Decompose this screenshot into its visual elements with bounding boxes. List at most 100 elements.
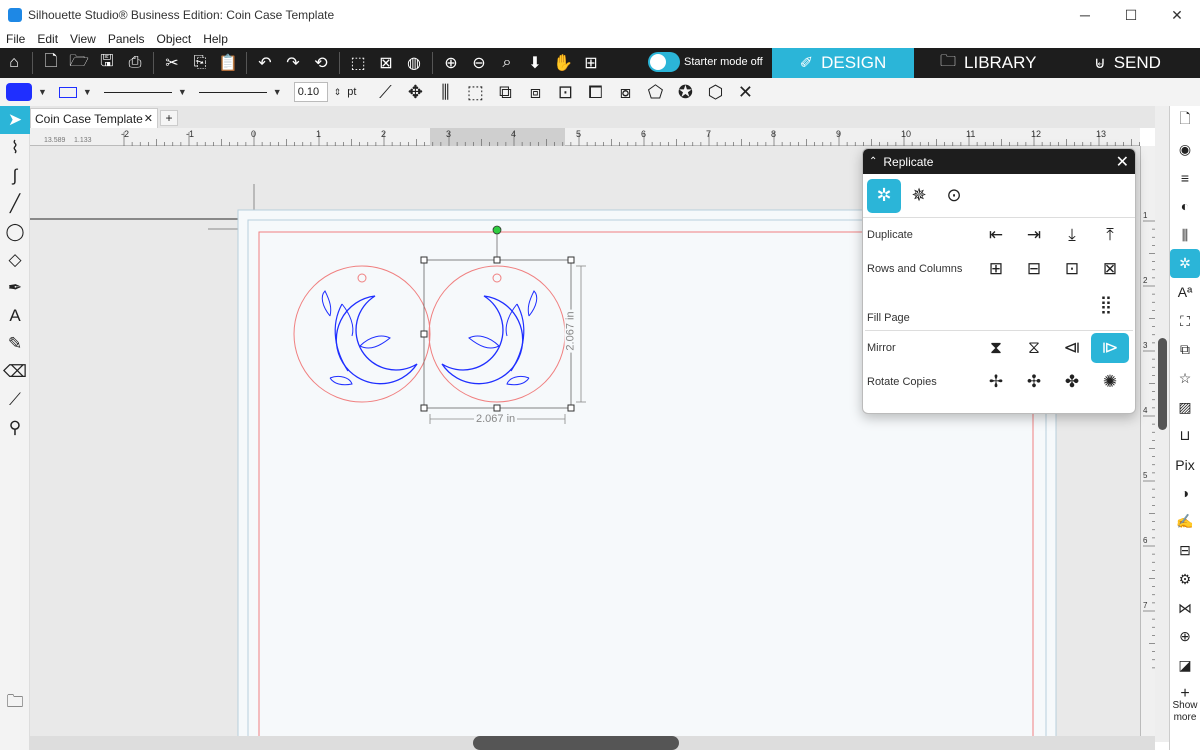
release-compound-icon[interactable]: ⧇: [610, 80, 640, 104]
close-panel-icon[interactable]: ✕: [1116, 152, 1129, 172]
print-icon[interactable]: ⎙: [122, 50, 148, 76]
close-window-button[interactable]: ✕: [1154, 0, 1200, 30]
vertical-scroll-thumb[interactable]: [1158, 338, 1167, 430]
knife-icon[interactable]: ⟋: [0, 386, 30, 414]
minimize-button[interactable]: ─: [1062, 0, 1108, 30]
align-icon[interactable]: ⫼: [430, 80, 460, 104]
mirror-below-icon[interactable]: ⧗: [977, 333, 1015, 363]
fit-page-icon[interactable]: ⊞: [578, 50, 604, 76]
duplicate-above-icon[interactable]: ⤒: [1091, 220, 1129, 250]
collapse-icon[interactable]: ⌃: [869, 156, 877, 167]
sketch-effect-icon[interactable]: ✍: [1170, 508, 1200, 537]
zoom-out-icon[interactable]: ⊖: [466, 50, 492, 76]
menu-file[interactable]: File: [6, 32, 25, 46]
copy-icon[interactable]: ⎘: [187, 50, 213, 76]
transform-icon[interactable]: ⬚: [460, 80, 490, 104]
folder-icon[interactable]: 🗀: [0, 689, 30, 717]
redo-icon[interactable]: ↷: [280, 50, 306, 76]
mirror-above-icon[interactable]: ⧖: [1015, 333, 1053, 363]
warp-icon[interactable]: ◪: [1170, 651, 1200, 680]
new-document-icon[interactable]: 🗋: [38, 50, 64, 76]
nesting-icon[interactable]: ⋈: [1170, 594, 1200, 623]
group-icon[interactable]: ⧈: [520, 80, 550, 104]
shade-icon[interactable]: ◑: [1170, 479, 1200, 508]
chevron-down-icon[interactable]: ▼: [38, 87, 47, 97]
paste-icon[interactable]: 📋: [215, 50, 241, 76]
chevron-down-icon[interactable]: ▼: [83, 87, 92, 97]
text-style-icon[interactable]: Aª: [1170, 278, 1200, 307]
menu-help[interactable]: Help: [203, 32, 228, 46]
tab-design[interactable]: ✐ DESIGN: [772, 48, 914, 78]
rotate-eight-icon[interactable]: ✺: [1091, 367, 1129, 397]
menu-view[interactable]: View: [70, 32, 96, 46]
rotate-two-icon[interactable]: ✢: [977, 367, 1015, 397]
horizontal-scrollbar[interactable]: [30, 736, 1155, 750]
line-tool-icon[interactable]: ⟋: [370, 80, 400, 104]
page-setup-icon[interactable]: 🗋: [1170, 106, 1200, 135]
fill-page-icon[interactable]: ⣿: [1091, 290, 1121, 320]
zoom-in-icon[interactable]: ⊕: [438, 50, 464, 76]
rotate-four-icon[interactable]: ✣: [1015, 367, 1053, 397]
globe-icon[interactable]: ⊕: [1170, 622, 1200, 651]
compound-path-icon[interactable]: ⧠: [580, 80, 610, 104]
undo-icon[interactable]: ↶: [252, 50, 278, 76]
line-color-swatch[interactable]: [58, 86, 77, 98]
modify-icon[interactable]: ⧉: [1170, 336, 1200, 365]
polygon-icon[interactable]: ◇: [0, 246, 30, 274]
column-of-four-icon[interactable]: ⊠: [1091, 254, 1129, 284]
column-of-three-icon[interactable]: ⊡: [1053, 254, 1091, 284]
select-arrow-icon[interactable]: ➤: [0, 106, 30, 134]
close-tab-icon[interactable]: ✕: [144, 112, 153, 125]
delete-icon[interactable]: ✕: [730, 80, 760, 104]
chevron-down-icon[interactable]: ▼: [178, 87, 187, 97]
toggle-switch[interactable]: [648, 52, 680, 72]
duplicate-right-icon[interactable]: ⇥: [1015, 220, 1053, 250]
pattern-icon[interactable]: ▨: [1170, 393, 1200, 422]
lasso-icon[interactable]: ⌇: [0, 134, 30, 162]
trace-icon[interactable]: ⊔: [1170, 422, 1200, 451]
line-pattern-selector[interactable]: [198, 91, 267, 93]
ellipse-icon[interactable]: ◯: [0, 218, 30, 246]
print-cut-icon[interactable]: ⊟: [1170, 536, 1200, 565]
ungroup-icon[interactable]: ⊡: [550, 80, 580, 104]
select-all-icon[interactable]: ⬚: [345, 50, 371, 76]
maximize-button[interactable]: ☐: [1108, 0, 1154, 30]
rotate-six-icon[interactable]: ✤: [1053, 367, 1091, 397]
menu-panels[interactable]: Panels: [108, 32, 145, 46]
scale-icon[interactable]: ⧉: [490, 80, 520, 104]
fill-color-icon[interactable]: ◉: [1170, 135, 1200, 164]
move-icon[interactable]: ✥: [400, 80, 430, 104]
mirror-right-icon[interactable]: ⧐: [1091, 333, 1129, 363]
line-color-icon[interactable]: ◐: [1170, 192, 1200, 221]
line-icon[interactable]: ╱: [0, 190, 30, 218]
row-of-three-icon[interactable]: ⊞: [977, 254, 1015, 284]
pen-icon[interactable]: ✒: [0, 274, 30, 302]
row-of-four-icon[interactable]: ⊟: [1015, 254, 1053, 284]
sketch-icon[interactable]: ✎: [0, 330, 30, 358]
3d-box-icon[interactable]: ⬡: [700, 80, 730, 104]
replicate-panel-icon[interactable]: ✲: [1170, 249, 1200, 279]
curve-icon[interactable]: ∫: [0, 162, 30, 190]
save-icon[interactable]: 🖫: [94, 50, 120, 76]
open-folder-icon[interactable]: 🗁: [66, 50, 92, 76]
offset-icon[interactable]: ☆: [1170, 364, 1200, 393]
zoom-selection-icon[interactable]: ⌕: [494, 50, 520, 76]
home-icon[interactable]: ⌂: [1, 50, 27, 76]
mirror-left-icon[interactable]: ⧏: [1053, 333, 1091, 363]
replicate-circle-icon[interactable]: ⊙: [937, 179, 971, 213]
vertical-scrollbar[interactable]: [1155, 106, 1169, 742]
deselect-icon[interactable]: ⊠: [373, 50, 399, 76]
pixscan-icon[interactable]: Pix: [1170, 450, 1200, 479]
stepper-icon[interactable]: ⇕: [334, 87, 342, 98]
menu-object[interactable]: Object: [157, 32, 192, 46]
line-style-icon[interactable]: ≡: [1170, 163, 1200, 192]
weld-icon[interactable]: ⬠: [640, 80, 670, 104]
fill-color-swatch[interactable]: [6, 83, 32, 101]
chevron-down-icon[interactable]: ▼: [273, 87, 282, 97]
move-down-icon[interactable]: ⬇: [522, 50, 548, 76]
text-icon[interactable]: A: [0, 302, 30, 330]
menu-edit[interactable]: Edit: [37, 32, 58, 46]
tab-library[interactable]: 🗀 LIBRARY: [940, 48, 1040, 78]
show-more-button[interactable]: + Show more: [1170, 686, 1200, 724]
eyedropper-icon[interactable]: ⚲: [0, 414, 30, 442]
